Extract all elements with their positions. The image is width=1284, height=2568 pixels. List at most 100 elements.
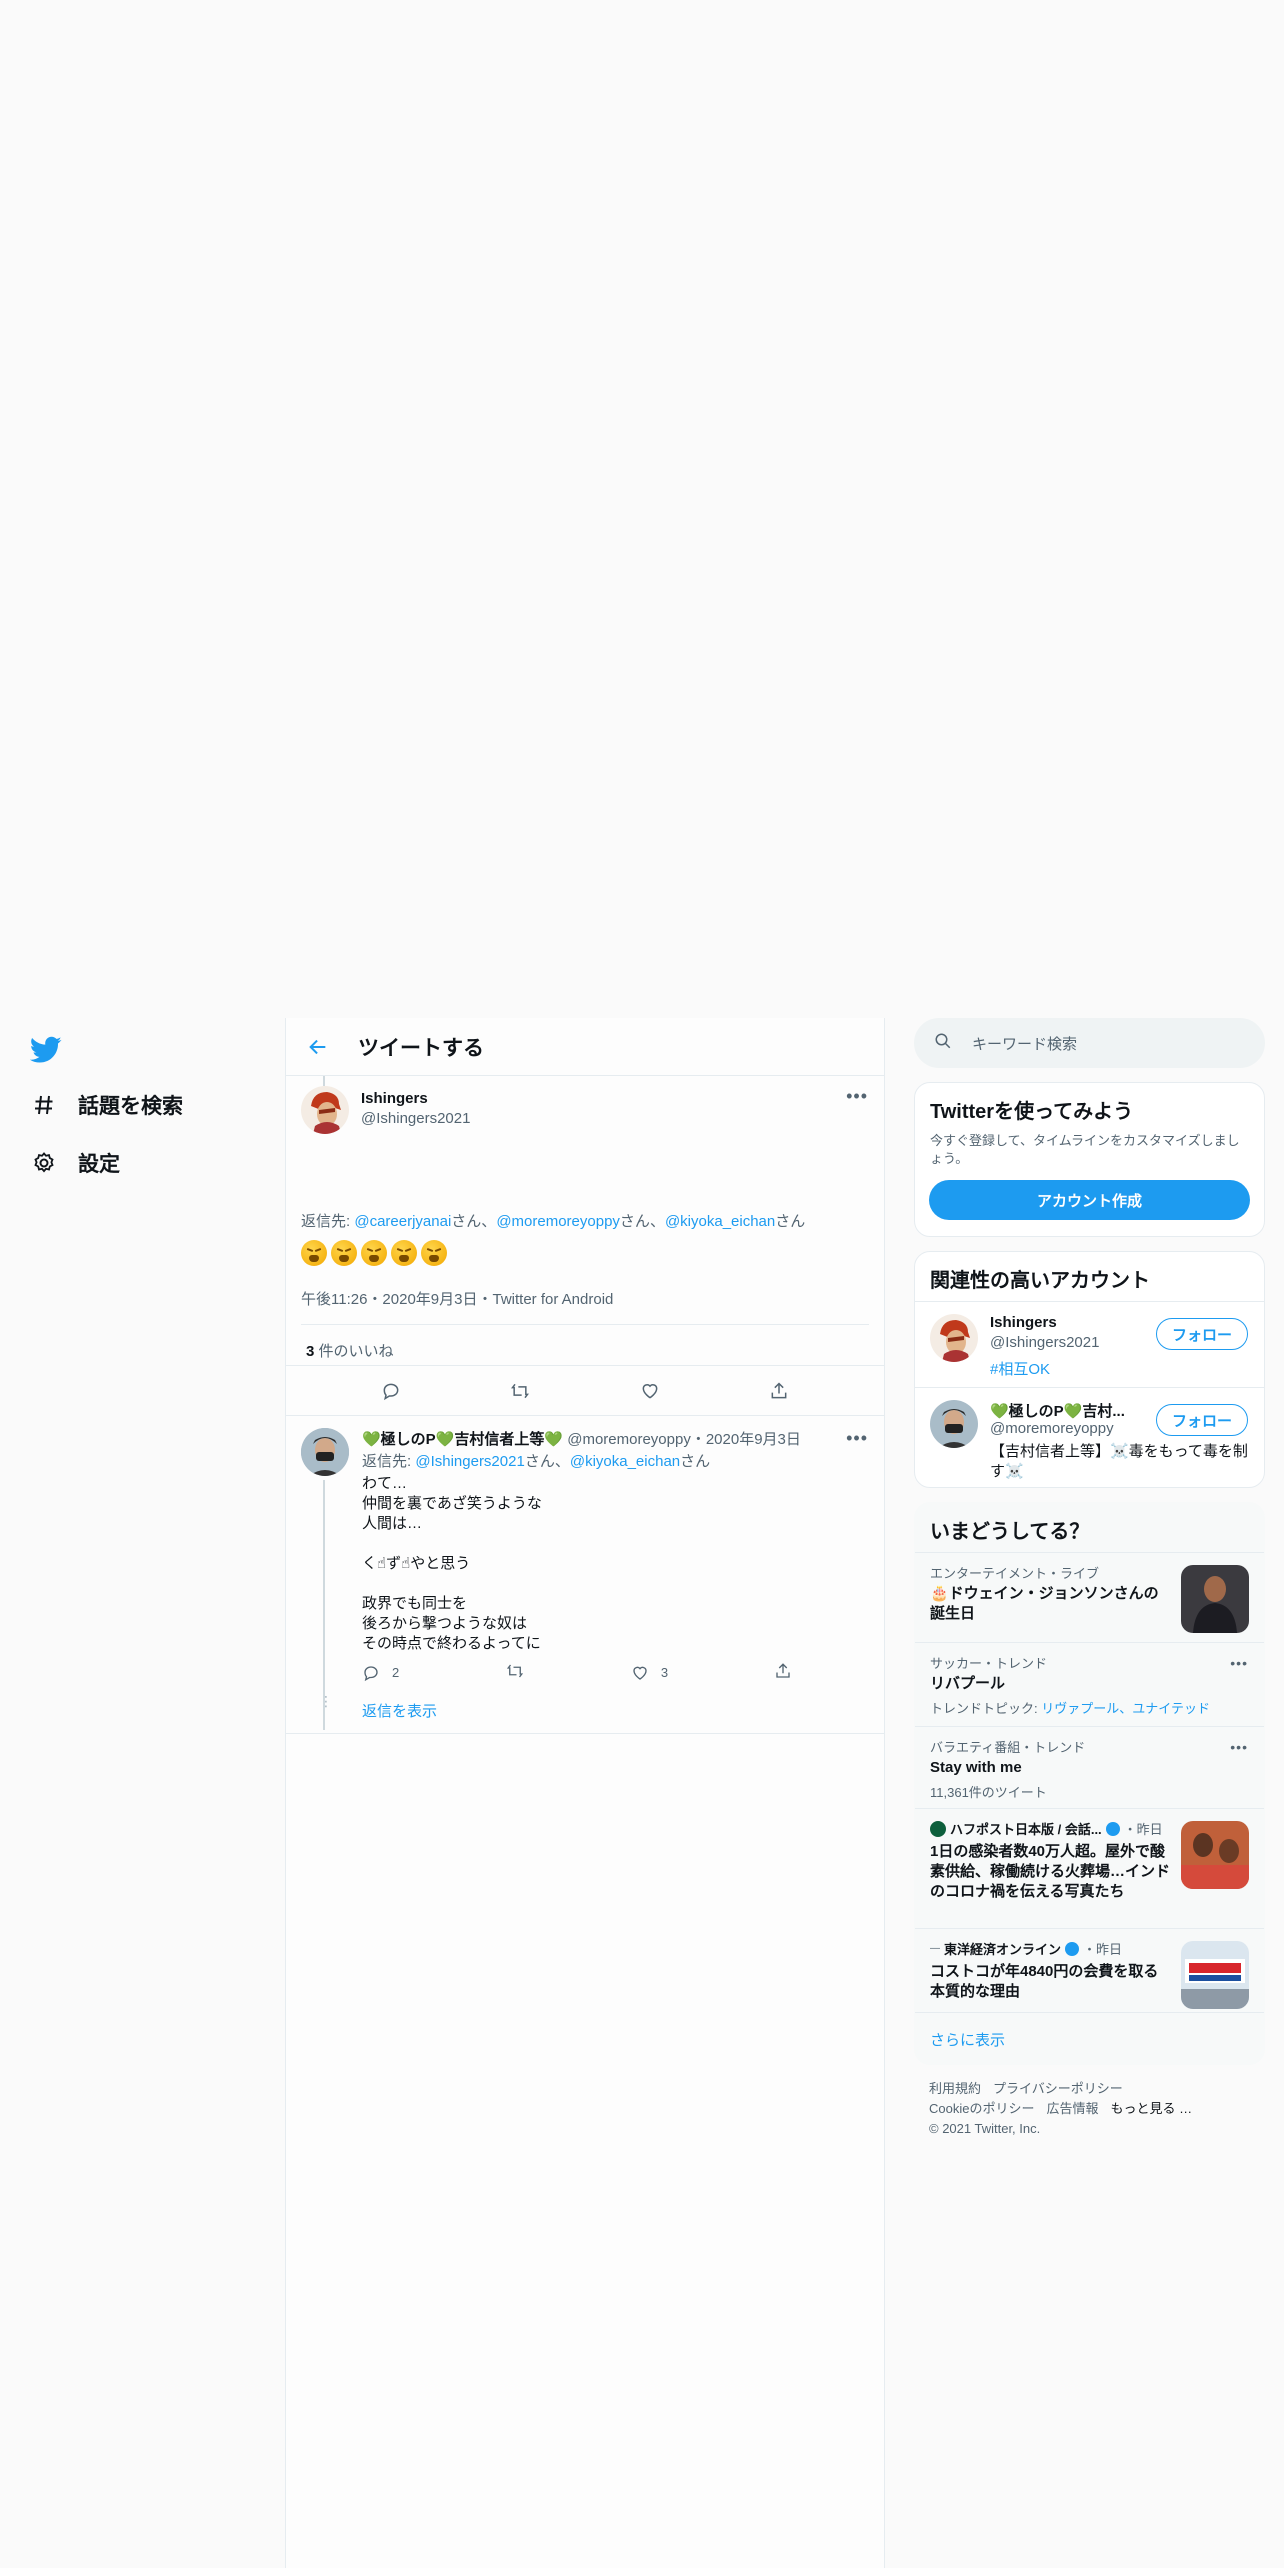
hashtag-icon — [30, 1091, 58, 1119]
footer-link-privacy[interactable]: プライバシーポリシー — [993, 2081, 1123, 2096]
honorific: さん — [619, 1213, 650, 1230]
related-accounts-card: 関連性の高いアカウント Ishingers @Ishingers2021 #相互… — [914, 1251, 1265, 1488]
reply-button[interactable]: 2 — [362, 1662, 399, 1683]
follow-button[interactable]: フォロー — [1156, 1404, 1248, 1436]
reply-tweet[interactable]: 💚極しのP💚吉村信者上等💚 @moremoreyoppy・2020年9月3日 •… — [286, 1416, 884, 1734]
trend-title: リバプール — [930, 1675, 1006, 1692]
more-options-icon[interactable]: ••• — [1230, 1739, 1248, 1755]
news-time: ・昨日 — [1083, 1942, 1123, 1957]
honorific: さん — [680, 1453, 711, 1470]
search-box[interactable]: キーワード検索 — [914, 1018, 1265, 1068]
follow-button[interactable]: フォロー — [1156, 1318, 1248, 1350]
mention-link[interactable]: @careerjyanai — [354, 1213, 451, 1230]
show-more-label: さらに表示 — [930, 2032, 1006, 2049]
like-count: 3 — [660, 1665, 669, 1680]
signup-card: Twitterを使ってみよう 今すぐ登録して、タイムラインをカスタマイズしましょ… — [914, 1082, 1265, 1237]
trend-title: Stay with me — [930, 1759, 1022, 1776]
trend-topics-label: トレンドトピック: — [930, 1701, 1042, 1716]
trend-title: 🎂ドウェイン・ジョンソンさんの誕生日 — [930, 1585, 1159, 1622]
show-more-link[interactable]: さらに表示 — [915, 2012, 1264, 2064]
trend-item[interactable]: バラエティ番組・トレンド Stay with me 11,361件のツイート •… — [915, 1726, 1264, 1808]
nav-settings-label: 設定 — [78, 1153, 120, 1176]
account-bio[interactable]: #相互OK — [990, 1358, 1050, 1379]
reply-action-bar: 2 3 — [362, 1662, 792, 1683]
reply-icon — [364, 1665, 378, 1681]
tweet-date[interactable]: ・2020年9月3日 — [691, 1431, 801, 1448]
mention-link[interactable]: @Ishingers2021 — [415, 1453, 524, 1470]
thread-dots: ⋮ — [319, 1693, 333, 1709]
mention-link[interactable]: @kiyoka_eichan — [665, 1213, 775, 1230]
footer-more-link[interactable]: もっと見る … — [1110, 2101, 1192, 2116]
heart-icon[interactable] — [637, 1378, 663, 1404]
trend-item[interactable]: エンターテイメント・ライブ 🎂ドウェイン・ジョンソンさんの誕生日 — [915, 1552, 1264, 1642]
heart-icon — [633, 1666, 647, 1680]
mention-link[interactable]: @moremoreyoppy — [496, 1213, 620, 1230]
likes-label: 件のいいね — [314, 1343, 394, 1360]
news-time: ・昨日 — [1123, 1822, 1163, 1837]
more-options-icon[interactable]: ••• — [846, 1086, 868, 1107]
footer: 利用規約 プライバシーポリシー Cookieのポリシー 広告情報 もっと見る … © … — [914, 2065, 1265, 2153]
trend-tweet-count: 11,361件のツイート — [930, 1785, 1047, 1800]
news-item[interactable]: ハフポスト日本版 / 会話... ・昨日 1日の感染者数40万人超。屋外で酸素供… — [915, 1808, 1264, 1928]
honorific: さん — [524, 1453, 555, 1470]
author-handle[interactable]: @moremoreyoppy — [567, 1431, 691, 1448]
trend-item[interactable]: サッカー・トレンド リバプール トレンドトピック: リヴァプール、ユナイテッド … — [915, 1642, 1264, 1726]
page-title: ツイートする — [358, 1036, 484, 1060]
reply-count: 2 — [392, 1665, 400, 1680]
nav-settings[interactable]: 設定 — [30, 1148, 120, 1178]
trend-thumbnail — [1181, 1565, 1249, 1633]
reply-icon[interactable] — [378, 1378, 404, 1404]
avatar[interactable] — [301, 1086, 349, 1134]
twitter-logo-icon[interactable] — [29, 1036, 62, 1064]
avatar — [930, 1314, 978, 1362]
source-logo-icon: — — [930, 1943, 940, 1954]
signup-title: Twitterを使ってみよう — [930, 1101, 1134, 1123]
footer-link-ads[interactable]: 広告情報 — [1046, 2101, 1098, 2116]
gear-icon — [30, 1149, 58, 1177]
author-name[interactable]: Ishingers — [361, 1090, 428, 1107]
source-logo-icon — [930, 1820, 946, 1837]
tweet-text: わて… 仲間を裏であざ笑うような 人間は… く☝ず☝やと思う 政界でも同士を 後… — [362, 1475, 542, 1652]
weary-face-emoji — [391, 1240, 417, 1266]
like-button[interactable]: 3 — [631, 1662, 668, 1683]
retweet-icon[interactable] — [507, 1378, 533, 1404]
more-options-icon[interactable]: ••• — [846, 1428, 868, 1449]
account-name: 💚極しのP💚吉村... — [990, 1403, 1125, 1420]
news-item[interactable]: — 東洋経済オンライン ・昨日 コストコが年4840円の会費を取る本質的な理由 — [915, 1928, 1264, 2012]
tweet-timestamp[interactable]: 午後11:26・2020年9月3日・Twitter for Android — [301, 1288, 613, 1309]
weary-face-emoji — [301, 1240, 327, 1266]
footer-link-cookies[interactable]: Cookieのポリシー — [929, 2101, 1034, 2116]
share-button[interactable] — [774, 1662, 792, 1683]
nav-explore[interactable]: 話題を検索 — [30, 1090, 183, 1120]
author-name[interactable]: 💚極しのP💚吉村信者上等💚 — [362, 1431, 563, 1448]
verified-badge-icon — [1105, 1821, 1120, 1836]
trend-topics-links[interactable]: リヴァプール、ユナイテッド — [1041, 1701, 1210, 1716]
back-arrow-icon[interactable] — [304, 1033, 332, 1061]
tweet-action-bar — [286, 1366, 884, 1416]
likes-summary[interactable]: 3 件のいいね — [306, 1340, 394, 1361]
account-bio: 【吉村信者上等】☠️毒をもって毒を制す☠️ — [990, 1443, 1248, 1480]
retweet-button[interactable] — [505, 1662, 525, 1683]
account-handle: @Ishingers2021 — [990, 1334, 1100, 1351]
show-replies-link[interactable]: 返信を表示 — [362, 1700, 437, 1721]
main-tweet: Ishingers @Ishingers2021 ••• 返信先: @caree… — [286, 1076, 884, 1366]
trend-topics: トレンドトピック: リヴァプール、ユナイテッド — [930, 1698, 1249, 1717]
news-source: 東洋経済オンライン — [944, 1942, 1062, 1957]
mention-link[interactable]: @kiyoka_eichan — [570, 1453, 680, 1470]
weary-face-emoji — [421, 1240, 447, 1266]
more-options-icon[interactable]: ••• — [1230, 1655, 1248, 1671]
account-row[interactable]: 💚極しのP💚吉村... @moremoreyoppy 【吉村信者上等】☠️毒をも… — [915, 1387, 1264, 1487]
reply-to-line: 返信先: @Ishingers2021さん、@kiyoka_eichanさん — [362, 1453, 711, 1470]
share-icon[interactable] — [766, 1378, 792, 1404]
account-name: Ishingers — [990, 1314, 1057, 1331]
page-header: ツイートする — [286, 1018, 884, 1076]
create-account-button[interactable]: アカウント作成 — [929, 1180, 1250, 1220]
news-thumbnail — [1181, 1821, 1249, 1889]
footer-link-terms[interactable]: 利用規約 — [929, 2081, 981, 2096]
author-handle[interactable]: @Ishingers2021 — [361, 1110, 470, 1127]
search-input[interactable]: キーワード検索 — [972, 1033, 1077, 1054]
trends-title: いまどうしてる？ — [930, 1521, 1090, 1543]
avatar[interactable] — [301, 1428, 349, 1476]
account-row[interactable]: Ishingers @Ishingers2021 #相互OK フォロー — [915, 1301, 1264, 1387]
related-title: 関連性の高いアカウント — [930, 1270, 1150, 1292]
